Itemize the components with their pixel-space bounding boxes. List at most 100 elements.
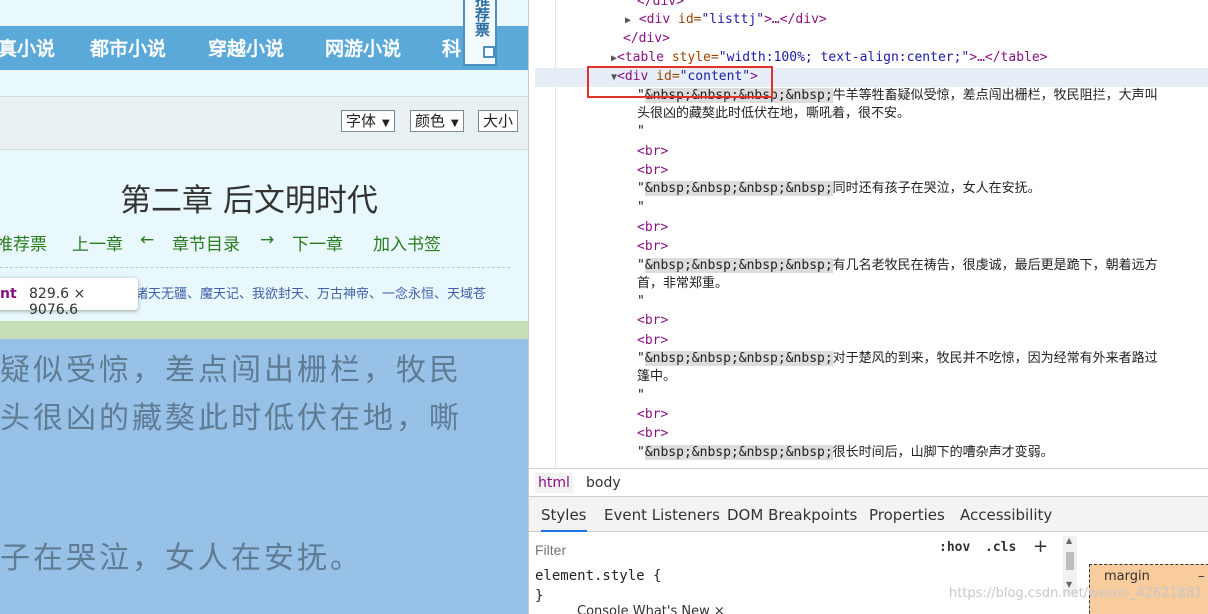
quote: " xyxy=(637,200,645,215)
left-arrow-icon: ← xyxy=(140,230,155,250)
breadcrumb: html body xyxy=(529,468,1208,497)
dom-tag: <br> xyxy=(637,220,669,235)
chapter-index-link[interactable]: 章节目录 xyxy=(172,230,240,255)
text-node-cont: 首，非常郑重。 xyxy=(637,274,728,293)
text-node[interactable]: "&nbsp;&nbsp;&nbsp;&nbsp;很长时间后，山脚下的嘈杂声才变… xyxy=(637,443,1054,462)
nbsp-entities: &nbsp;&nbsp;&nbsp;&nbsp; xyxy=(644,181,833,196)
paragraph-text: 头很凶的藏獒此时低伏在地，嘶吼着，很不安。 xyxy=(637,106,911,121)
text-node[interactable]: "&nbsp;&nbsp;&nbsp;&nbsp;有几名老牧民在祷告，很虔诚，最… xyxy=(637,256,1158,275)
text-node-end: " xyxy=(637,292,645,311)
category-nav: 真小说 都市小说 穿越小说 网游小说 科 xyxy=(0,26,528,70)
scroll-thumb[interactable] xyxy=(1066,552,1074,570)
recommend-link[interactable]: 推荐票 xyxy=(0,230,47,255)
recommend-ticket-button[interactable]: 推荐票 xyxy=(463,0,497,66)
tooltip-tag: nt xyxy=(0,286,17,302)
br-tag[interactable]: <br> xyxy=(637,311,668,330)
font-select[interactable]: 字体 ▼ xyxy=(341,110,395,132)
related-books[interactable]: 诸天无疆、魔天记、我欲封天、万古神帝、一念永恒、天域苍 xyxy=(135,283,486,302)
dom-tag: <br> xyxy=(637,407,669,422)
reader-toolbar: 字体 ▼ 颜色 ▼ 大小 xyxy=(0,96,528,150)
font-select-label: 字体 xyxy=(346,112,377,130)
paragraph-text: 牛羊等牲畜疑似受惊，差点闯出栅栏，牧民阻拦，大声叫 xyxy=(832,88,1158,103)
dom-tag: <br> xyxy=(637,313,669,328)
content-line: 子在哭泣，女人在安抚。 xyxy=(0,541,363,576)
dom-line-table[interactable]: ▶<table style="width:100%; text-align:ce… xyxy=(611,48,1048,67)
right-arrow-icon: → xyxy=(260,230,275,250)
nav-item-time-travel[interactable]: 穿越小说 xyxy=(208,34,284,61)
content-line: 疑似受惊，差点闯出栅栏，牧民 xyxy=(0,353,462,388)
divider xyxy=(0,267,510,268)
expand-triangle-icon[interactable]: ▶ xyxy=(625,15,631,26)
dom-attr: id= xyxy=(678,12,702,27)
dom-tag: <br> xyxy=(637,333,669,348)
br-tag[interactable]: <br> xyxy=(637,218,668,237)
class-toggle[interactable]: .cls xyxy=(985,540,1016,555)
tab-dom-breakpoints[interactable]: DOM Breakpoints xyxy=(727,506,857,524)
breadcrumb-body[interactable]: body xyxy=(586,475,621,491)
dom-attr: style= xyxy=(671,50,719,65)
breadcrumb-html[interactable]: html xyxy=(535,473,573,493)
nav-item-scifi[interactable]: 科 xyxy=(442,34,461,61)
br-tag[interactable]: <br> xyxy=(637,424,668,443)
nav-item-online-game[interactable]: 网游小说 xyxy=(325,34,401,61)
tab-properties[interactable]: Properties xyxy=(869,506,945,524)
dom-line[interactable]: </div> xyxy=(623,29,670,48)
paragraph-text: 首，非常郑重。 xyxy=(637,276,729,291)
dom-tag: >…</div> xyxy=(764,12,827,27)
nav-item-xianxia[interactable]: 真小说 xyxy=(0,34,55,61)
tab-event-listeners[interactable]: Event Listeners xyxy=(604,506,720,524)
nbsp-entities: &nbsp;&nbsp;&nbsp;&nbsp; xyxy=(644,351,833,366)
br-tag[interactable]: <br> xyxy=(637,405,668,424)
filter-input[interactable] xyxy=(533,538,927,562)
dom-tag: <br> xyxy=(637,163,669,178)
br-tag[interactable]: <br> xyxy=(637,237,668,256)
margin-value[interactable]: – xyxy=(1198,569,1205,584)
element-inspect-tooltip: nt 829.6 × 9076.6 xyxy=(0,278,138,318)
element-style-close: } xyxy=(535,588,544,604)
paragraph-text: 篷中。 xyxy=(637,369,677,384)
dropdown-arrow-icon: ▼ xyxy=(382,118,390,129)
margin-highlight xyxy=(0,321,528,339)
tab-accessibility[interactable]: Accessibility xyxy=(960,506,1052,524)
add-rule-icon[interactable]: + xyxy=(1033,536,1048,557)
nav-item-urban[interactable]: 都市小说 xyxy=(90,34,166,61)
text-node[interactable]: "&nbsp;&nbsp;&nbsp;&nbsp;同时还有孩子在哭泣，女人在安抚… xyxy=(637,179,1041,198)
content-area-highlight: 疑似受惊，差点闯出栅栏，牧民 头很凶的藏獒此时低伏在地，嘶 子在哭泣，女人在安抚… xyxy=(0,339,528,614)
text-node-end: " xyxy=(637,122,645,141)
br-tag[interactable]: <br> xyxy=(637,142,668,161)
content-line: 头很凶的藏獒此时低伏在地，嘶 xyxy=(0,401,462,436)
text-node-end: " xyxy=(637,386,645,405)
nbsp-entities: &nbsp;&nbsp;&nbsp;&nbsp; xyxy=(644,445,833,460)
hover-state-toggle[interactable]: :hov xyxy=(939,540,970,555)
dom-tag: <br> xyxy=(637,239,669,254)
quote: " xyxy=(637,445,645,460)
size-select[interactable]: 大小 xyxy=(478,110,519,132)
add-bookmark-link[interactable]: 加入书签 xyxy=(373,230,441,255)
quote: " xyxy=(637,258,645,273)
dom-tag: <br> xyxy=(637,144,669,159)
drawer-tabs[interactable]: Console What's New × xyxy=(577,604,725,614)
size-select-label: 大小 xyxy=(483,112,514,130)
tooltip-dimensions: 829.6 × 9076.6 xyxy=(29,286,86,318)
dom-tag: </div> xyxy=(637,0,684,9)
br-tag[interactable]: <br> xyxy=(637,161,668,180)
scroll-up-icon[interactable]: ▲ xyxy=(1066,536,1072,545)
paragraph-text: 有几名老牧民在祷告，很虔诚，最后更是跪下，朝着远方 xyxy=(832,258,1158,273)
paragraph-text: 同时还有孩子在哭泣，女人在安抚。 xyxy=(832,181,1041,196)
dom-tag: </div> xyxy=(623,31,670,46)
text-node-end: " xyxy=(637,198,645,217)
color-select[interactable]: 颜色 ▼ xyxy=(410,110,464,132)
dom-line-listtj[interactable]: ▶ <div id="listtj">…</div> xyxy=(625,10,827,29)
br-tag[interactable]: <br> xyxy=(637,331,668,350)
next-chapter-link[interactable]: 下一章 xyxy=(292,230,343,255)
dom-tag: >…</table> xyxy=(969,50,1048,65)
chapter-title: 第二章 后文明时代 xyxy=(120,183,378,219)
text-node[interactable]: "&nbsp;&nbsp;&nbsp;&nbsp;对于楚风的到来，牧民并不吃惊，… xyxy=(637,349,1158,368)
tab-styles[interactable]: Styles xyxy=(541,506,587,532)
dom-attr-value: "width:100%; text-align:center;" xyxy=(718,50,970,65)
ticket-label: 推荐票 xyxy=(473,0,491,37)
prev-chapter-link[interactable]: 上一章 xyxy=(72,230,123,255)
color-select-label: 颜色 xyxy=(415,112,446,130)
element-style-rule[interactable]: element.style { xyxy=(535,568,661,584)
sidebar-tabs: Styles Event Listeners DOM Breakpoints P… xyxy=(529,497,1208,532)
